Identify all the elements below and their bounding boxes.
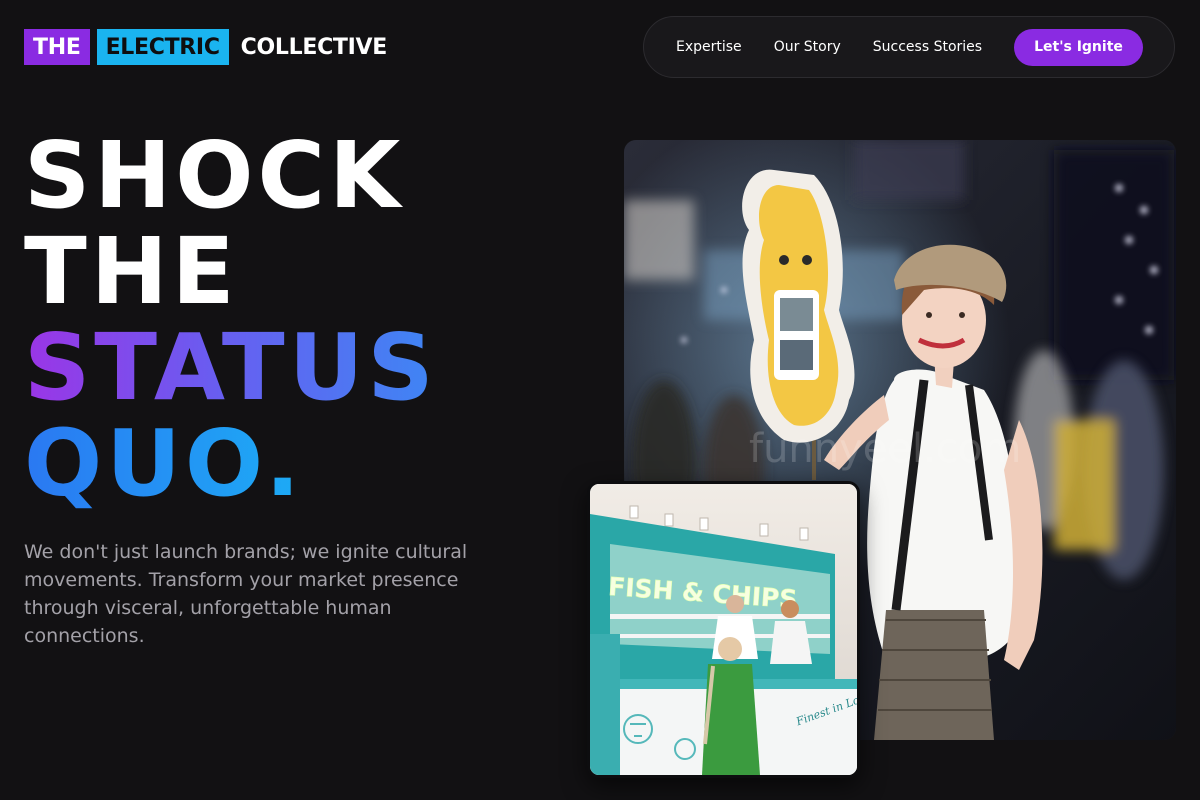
hero-headline: SHOCK THE STATUS QUO. <box>24 128 438 512</box>
landing-page: THE ELECTRIC COLLECTIVE Expertise Our St… <box>0 0 1200 800</box>
headline-line-4: QUO. <box>24 416 438 512</box>
stall-photo-illustration: FISH & CHIPS Finest in London <box>590 484 857 775</box>
headline-line-2: THE <box>24 218 239 325</box>
fish-and-chips-popup-stall-photo: FISH & CHIPS Finest in London <box>587 481 860 778</box>
logo-word-the: THE <box>24 29 90 65</box>
brand-logo[interactable]: THE ELECTRIC COLLECTIVE <box>24 29 387 65</box>
logo-word-collective: COLLECTIVE <box>240 34 388 60</box>
watermark-text: funnyeel.com <box>749 426 1021 472</box>
main-nav: Expertise Our Story Success Stories Let'… <box>643 16 1175 78</box>
nav-link-expertise[interactable]: Expertise <box>676 39 742 55</box>
headline-line-1: SHOCK <box>24 122 405 229</box>
logo-word-electric: ELECTRIC <box>96 29 229 65</box>
hero-tagline: We don't just launch brands; we ignite c… <box>24 541 468 647</box>
nav-link-our-story[interactable]: Our Story <box>774 39 841 55</box>
lets-ignite-button[interactable]: Let's Ignite <box>1014 28 1143 66</box>
nav-link-success-stories[interactable]: Success Stories <box>873 39 982 55</box>
headline-line-3: STATUS <box>24 314 438 421</box>
